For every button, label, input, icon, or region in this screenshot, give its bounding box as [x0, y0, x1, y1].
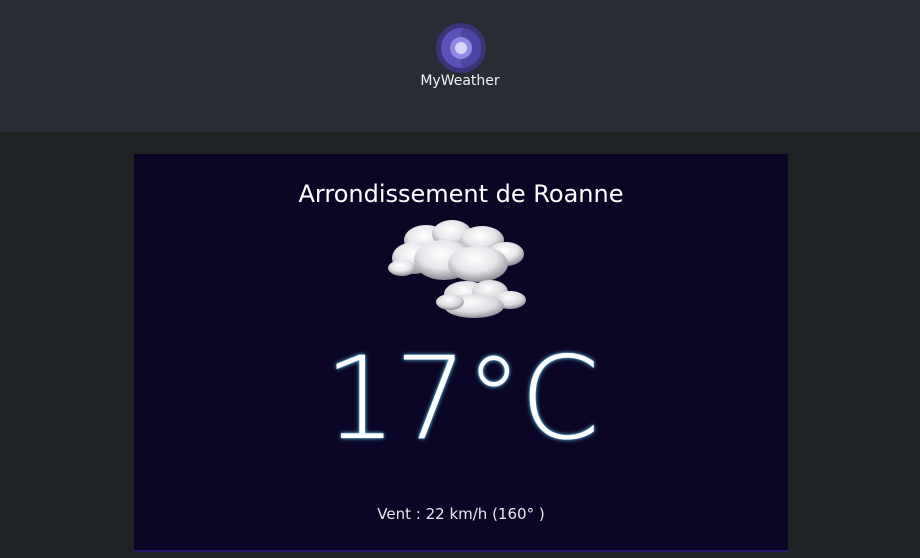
wind-info: Vent : 22 km/h (160° )	[377, 505, 545, 523]
weather-card: Arrondissement de Roanne 17°C Vent: 22 …	[134, 154, 788, 552]
app-header: MyWeather	[0, 0, 920, 132]
city-name: Arrondissement de Roanne	[298, 180, 624, 208]
weather-logo-icon[interactable]	[435, 22, 487, 74]
cloud-icon	[374, 212, 554, 324]
app-name[interactable]: MyWeather	[0, 73, 920, 89]
temperature: 17°C	[324, 332, 600, 465]
